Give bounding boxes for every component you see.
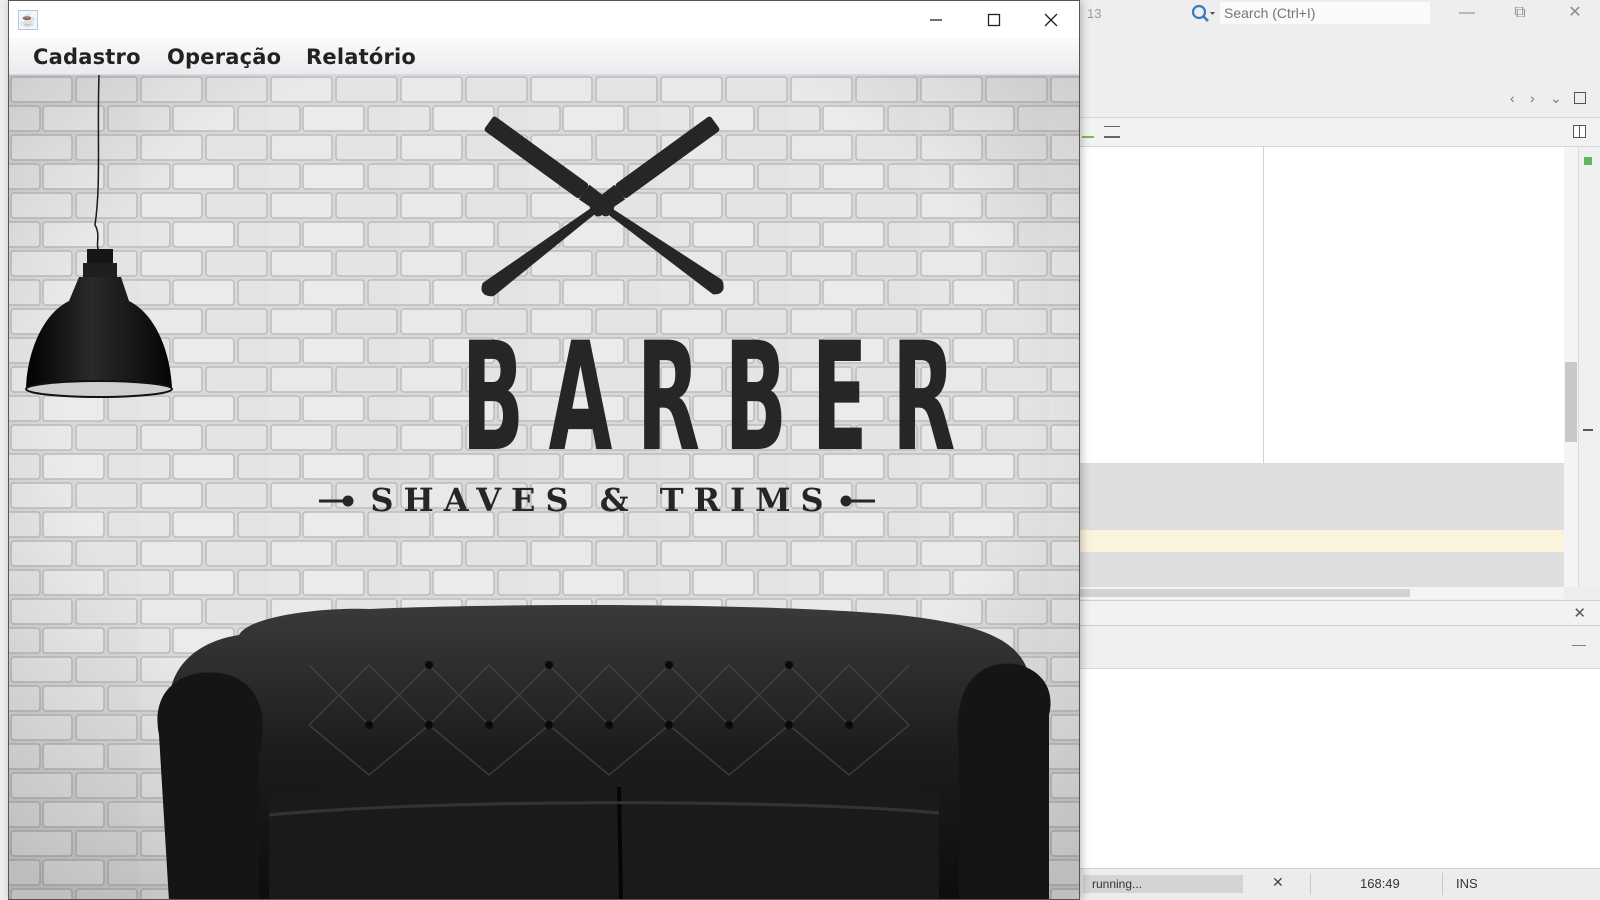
- scrollbar-thumb[interactable]: [1080, 589, 1410, 597]
- folded-region: [1080, 463, 1564, 533]
- editor-vertical-scrollbar[interactable]: [1564, 147, 1578, 587]
- ok-status-icon: [1584, 157, 1592, 165]
- maximize-icon[interactable]: [965, 1, 1023, 38]
- menu-operacao[interactable]: Operação: [167, 45, 281, 69]
- brand-subtitle: SHAVES & TRIMS: [370, 481, 834, 519]
- java-app-icon[interactable]: ☕: [18, 10, 38, 30]
- brand-title: BARBER: [461, 311, 980, 485]
- current-line-highlight: [1080, 530, 1564, 552]
- output-panel[interactable]: [1080, 668, 1600, 868]
- output-panel-header: ✕: [1080, 600, 1600, 626]
- menu-relatorio[interactable]: Relatório: [306, 45, 416, 69]
- caret-marker: [1583, 429, 1593, 431]
- cancel-icon[interactable]: ✕: [1272, 874, 1284, 891]
- ide-title-fragment: 13: [1087, 6, 1102, 21]
- split-view-icon[interactable]: [1573, 125, 1586, 138]
- barber-banner-image: BARBER SHAVES & TRIMS: [9, 75, 1079, 899]
- minimize-icon[interactable]: —: [1572, 636, 1586, 652]
- maximize-panel-icon[interactable]: [1574, 92, 1586, 104]
- search-icon[interactable]: [1190, 3, 1216, 25]
- caret-position: 168:49: [1360, 876, 1400, 891]
- status-separator: [1442, 873, 1443, 895]
- ide-minimize-icon[interactable]: —: [1452, 2, 1482, 24]
- ide-status-bar: running... ✕ 168:49 INS: [1080, 868, 1600, 900]
- barber-app-window: ☕ Cadastro Operação Relatório BARBER SHA…: [8, 0, 1080, 900]
- chevron-down-icon[interactable]: ⌄: [1550, 90, 1562, 106]
- minimize-icon[interactable]: [907, 1, 965, 38]
- menu-cadastro[interactable]: Cadastro: [33, 45, 141, 69]
- ide-search-input[interactable]: [1220, 2, 1430, 24]
- code-editor[interactable]: [1080, 147, 1564, 587]
- error-stripe: [1578, 147, 1600, 587]
- output-subheader: —: [1080, 626, 1600, 668]
- ide-editor-toolbar: [1080, 117, 1600, 147]
- progress-indicator: running...: [1083, 875, 1243, 893]
- app-titlebar[interactable]: ☕: [9, 1, 1079, 38]
- chevron-left-icon[interactable]: ‹: [1510, 90, 1515, 106]
- ide-close-icon[interactable]: ✕: [1560, 2, 1590, 24]
- app-menubar: Cadastro Operação Relatório: [9, 38, 1079, 75]
- comment-icon[interactable]: [1082, 126, 1094, 138]
- brand-subtitle-wrap: SHAVES & TRIMS: [317, 479, 887, 525]
- close-icon[interactable]: ✕: [1573, 604, 1586, 622]
- status-separator: [1310, 873, 1311, 895]
- indent-icon[interactable]: [1104, 126, 1120, 138]
- editor-horizontal-scrollbar[interactable]: [1080, 587, 1564, 599]
- close-icon[interactable]: [1022, 1, 1079, 38]
- ide-restore-icon[interactable]: ⧉: [1505, 2, 1535, 24]
- chesterfield-sofa: [157, 605, 1051, 899]
- chevron-right-icon[interactable]: ›: [1530, 90, 1535, 106]
- folded-region: [1080, 552, 1564, 587]
- scrollbar-thumb[interactable]: [1565, 362, 1577, 442]
- insert-mode[interactable]: INS: [1456, 876, 1478, 891]
